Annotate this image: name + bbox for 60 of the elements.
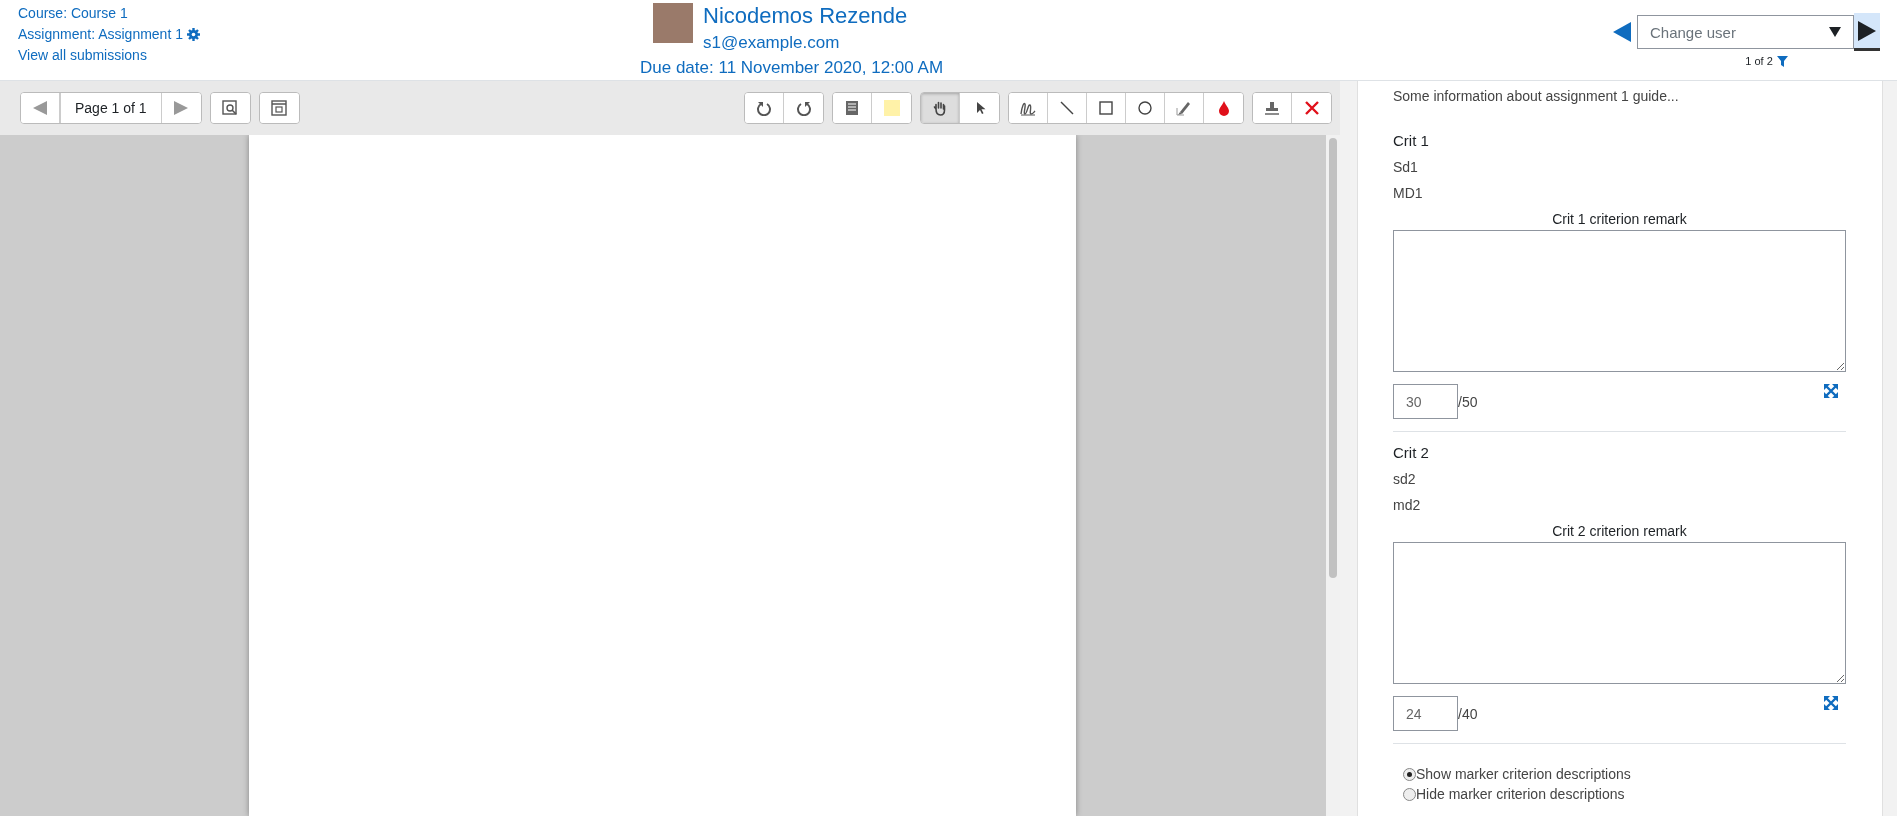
criterion-name: Crit 2 bbox=[1393, 444, 1430, 461]
remark-label: Crit 2 criterion remark bbox=[1551, 523, 1688, 539]
expand-icon[interactable] bbox=[1824, 696, 1838, 710]
stamp-tool-button[interactable] bbox=[1253, 93, 1292, 123]
search-comments-button[interactable] bbox=[210, 93, 250, 123]
comment-icon bbox=[844, 100, 860, 116]
change-user-select[interactable]: Change user bbox=[1637, 15, 1854, 49]
due-date: Due date: 11 November 2020, 12:00 AM bbox=[640, 58, 944, 78]
pen-scribble-tool-button[interactable] bbox=[1009, 93, 1048, 123]
user-email: s1@example.com bbox=[703, 33, 841, 53]
score-field[interactable]: 30 bbox=[1393, 384, 1458, 419]
hand-icon bbox=[932, 100, 948, 116]
rotate-right-icon bbox=[795, 100, 812, 116]
avatar-photo-placeholder bbox=[653, 3, 693, 43]
previous-page-button[interactable] bbox=[21, 93, 60, 123]
radio-label: Hide marker criterion descriptions bbox=[1416, 786, 1625, 802]
scrollbar-thumb[interactable] bbox=[1329, 138, 1337, 578]
circle-icon bbox=[1137, 100, 1153, 116]
triangle-right-icon bbox=[1858, 20, 1876, 41]
remark-field[interactable] bbox=[1393, 542, 1846, 684]
guide-description: Some information about assignment 1 guide... bbox=[1393, 88, 1680, 104]
radio-button[interactable] bbox=[1403, 767, 1416, 781]
filter-icon bbox=[1776, 55, 1788, 67]
criterion-description: sd2 bbox=[1393, 471, 1417, 487]
remark-field[interactable] bbox=[1393, 230, 1846, 372]
header-link[interactable]: View all submissions bbox=[18, 47, 147, 63]
next-user-button[interactable] bbox=[1854, 13, 1880, 51]
triangle-left-icon bbox=[33, 101, 47, 115]
rotate-left-icon bbox=[756, 100, 772, 116]
max-score: /40 bbox=[1458, 705, 1478, 722]
line-icon bbox=[1059, 100, 1075, 116]
user-name-link[interactable]: Nicodemos Rezende bbox=[703, 3, 908, 29]
expand-icon[interactable] bbox=[1824, 384, 1838, 398]
expand-view-button[interactable] bbox=[259, 93, 299, 123]
window-icon bbox=[271, 100, 288, 116]
remark-label: Crit 1 criterion remark bbox=[1551, 211, 1688, 227]
radio-button[interactable] bbox=[1403, 787, 1416, 801]
highlighter-icon bbox=[1176, 100, 1192, 116]
radio-label: Show marker criterion descriptions bbox=[1416, 766, 1631, 782]
header-link[interactable]: Course: Course 1 bbox=[18, 5, 128, 21]
criterion-description: Sd1 bbox=[1393, 159, 1419, 175]
rotate-left-tool-button[interactable] bbox=[745, 93, 784, 123]
score-field[interactable]: 24 bbox=[1393, 696, 1458, 731]
user-count: 1 of 2 bbox=[1745, 55, 1773, 67]
comment-tool-button[interactable] bbox=[833, 93, 872, 123]
marker-description: MD1 bbox=[1393, 185, 1424, 201]
gear-icon bbox=[187, 27, 200, 41]
dropdown-caret-icon bbox=[1829, 26, 1841, 38]
triangle-right-icon bbox=[174, 101, 189, 115]
stamp-icon bbox=[1264, 100, 1280, 116]
page-label: Page 1 of 1 bbox=[60, 93, 162, 123]
previous-user-button[interactable] bbox=[1613, 22, 1631, 42]
search-icon bbox=[222, 100, 239, 116]
header-link[interactable]: Assignment: Assignment 1 bbox=[18, 26, 183, 42]
pen-scribble-icon bbox=[1020, 100, 1036, 116]
marker-description: md2 bbox=[1393, 497, 1422, 513]
rectangle-icon bbox=[1098, 100, 1114, 116]
max-score: /50 bbox=[1458, 393, 1478, 410]
criterion-name: Crit 1 bbox=[1393, 132, 1430, 149]
hand-tool-button[interactable] bbox=[921, 93, 960, 123]
